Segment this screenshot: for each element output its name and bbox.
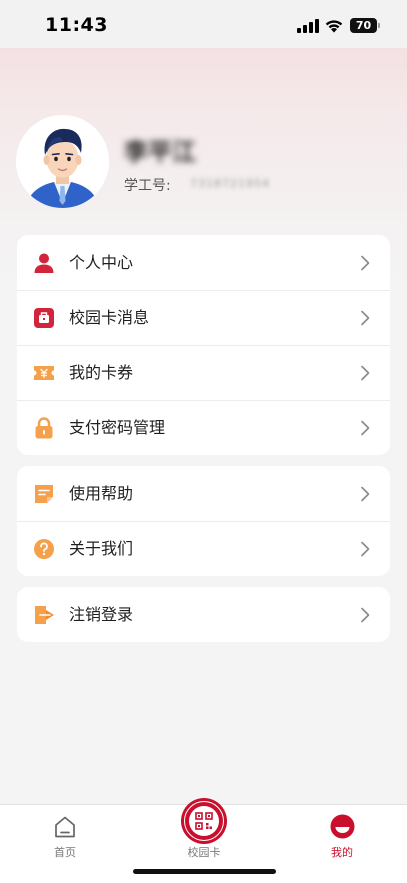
status-time: 11:43 [45, 14, 108, 36]
tab-mine[interactable]: 我的 [302, 805, 382, 865]
tab-label: 我的 [331, 846, 353, 859]
logout-icon [35, 606, 54, 624]
message-icon [34, 308, 54, 328]
student-id-value: 7318721954 [190, 177, 270, 190]
menu-item-label: 我的卡券 [69, 363, 134, 382]
cellular-signal-icon [297, 19, 319, 33]
home-icon [55, 816, 75, 838]
menu-item-personal-center[interactable]: 个人中心 [17, 235, 390, 290]
home-indicator [133, 869, 276, 874]
tab-home[interactable]: 首页 [25, 805, 105, 865]
tab-label: 校园卡 [187, 846, 221, 859]
menu-item-my-coupons[interactable]: 我的卡券 [17, 345, 390, 400]
menu-item-label: 注销登录 [69, 605, 134, 624]
user-icon [34, 253, 54, 273]
wifi-icon [325, 20, 343, 33]
menu-item-card-messages[interactable]: 校园卡消息 [17, 290, 390, 345]
menu-card-account: 个人中心 校园卡消息 我的卡券 支付密码管理 [17, 235, 390, 455]
menu-card-help: 使用帮助 关于我们 [17, 466, 390, 576]
user-name: 李平江 [124, 138, 196, 166]
status-bar: 11:43 70 [0, 0, 407, 48]
lock-icon [35, 417, 53, 439]
avatar[interactable] [16, 115, 109, 208]
chevron-right-icon [361, 365, 370, 381]
coupon-icon [34, 366, 54, 380]
menu-item-about-us[interactable]: 关于我们 [17, 521, 390, 576]
menu-item-label: 使用帮助 [69, 484, 134, 503]
menu-item-label: 关于我们 [69, 539, 134, 558]
mine-icon [330, 814, 355, 839]
battery-level: 70 [355, 19, 372, 32]
chevron-right-icon [361, 541, 370, 557]
profile-page: 11:43 70 李平江 学工号: 7318721954 个人中心 校园卡消息 … [0, 0, 407, 883]
chevron-right-icon [361, 310, 370, 326]
campus-card-emblem-icon [181, 798, 227, 844]
chevron-right-icon [361, 486, 370, 502]
battery-icon: 70 [350, 18, 380, 33]
tab-label: 首页 [54, 846, 76, 859]
chevron-right-icon [361, 607, 370, 623]
menu-item-label: 支付密码管理 [69, 418, 166, 437]
menu-item-label: 个人中心 [69, 253, 134, 272]
help-doc-icon [35, 485, 53, 503]
menu-item-logout[interactable]: 注销登录 [17, 587, 390, 642]
menu-item-label: 校园卡消息 [69, 308, 150, 327]
student-id-label: 学工号: [124, 178, 171, 194]
chevron-right-icon [361, 420, 370, 436]
tab-campus-card[interactable]: 校园卡 [164, 798, 244, 865]
menu-card-logout: 注销登录 [17, 587, 390, 642]
menu-item-payment-password[interactable]: 支付密码管理 [17, 400, 390, 455]
avatar-illustration [16, 115, 109, 208]
question-icon [34, 539, 54, 559]
menu-item-help[interactable]: 使用帮助 [17, 466, 390, 521]
chevron-right-icon [361, 255, 370, 271]
